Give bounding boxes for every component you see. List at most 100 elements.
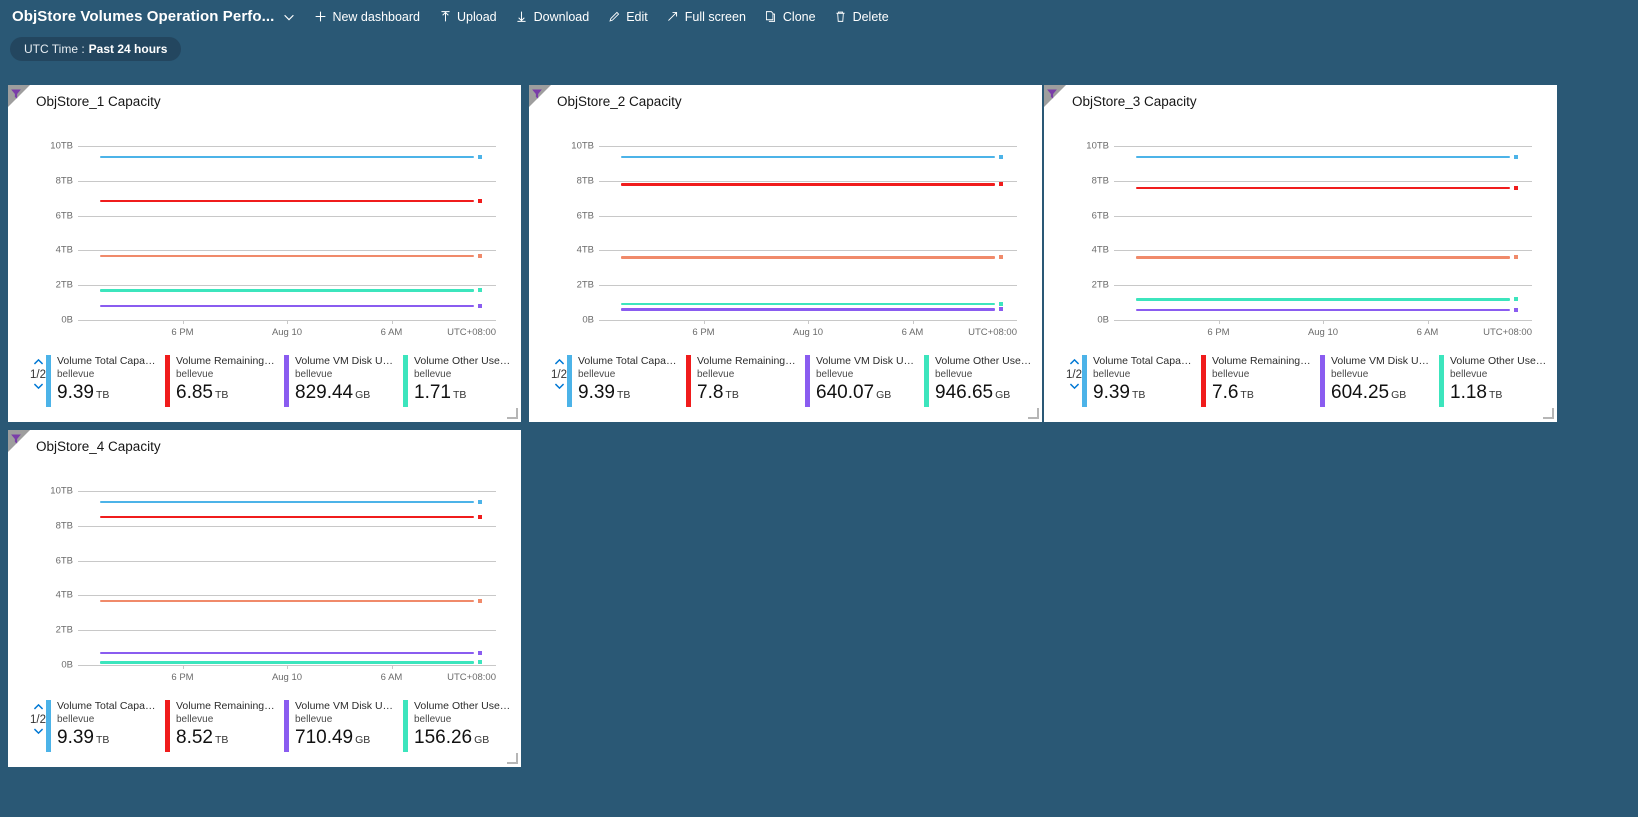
chevron-down-icon[interactable]	[1068, 382, 1081, 393]
legend-value-unit: GB	[876, 389, 891, 401]
filter-funnel-icon[interactable]	[1046, 87, 1058, 99]
legend-item[interactable]: Volume VM Disk Used ...bellevue604.25GB	[1320, 355, 1431, 407]
chevron-down-icon[interactable]	[553, 382, 566, 393]
legend-item[interactable]: Volume Total Capacit...bellevue9.39TB	[46, 355, 157, 407]
legend-series-value: 829.44GB	[295, 381, 395, 407]
y-axis-tick-label: 8TB	[56, 520, 73, 531]
legend-series-resource: bellevue	[176, 713, 276, 726]
legend-series-value: 6.85TB	[176, 381, 276, 407]
legend-text-block: Volume Remaining Cap...bellevue7.6TB	[1212, 355, 1312, 407]
legend-item[interactable]: Volume Remaining Cap...bellevue6.85TB	[165, 355, 276, 407]
chart-plot-area[interactable]: 10TB8TB6TB4TB2TB0B6 PMAug 106 AMUTC+08:0…	[1114, 125, 1532, 320]
legend-series-resource: bellevue	[57, 713, 157, 726]
chart-series-line	[1136, 298, 1510, 301]
legend-item[interactable]: Volume VM Disk Used ...bellevue710.49GB	[284, 700, 395, 752]
chevron-down-icon[interactable]	[32, 382, 45, 393]
legend-text-block: Volume Remaining Cap...bellevue8.52TB	[176, 700, 276, 752]
filter-funnel-icon[interactable]	[531, 87, 543, 99]
legend-text-block: Volume Other Used Ca...bellevue156.26GB	[414, 700, 514, 752]
chart-legend: 1/2Volume Total Capacit...bellevue9.39TB…	[1066, 355, 1545, 407]
legend-item[interactable]: Volume Other Used Ca...bellevue1.71TB	[403, 355, 514, 407]
dashboard-tile[interactable]: ObjStore_1 Capacity10TB8TB6TB4TB2TB0B6 P…	[8, 85, 521, 422]
fullscreen-icon	[666, 10, 680, 24]
legend-page-count: 1/2	[551, 368, 567, 382]
upload-button[interactable]: Upload	[429, 3, 506, 31]
chart-legend: 1/2Volume Total Capacit...bellevue9.39TB…	[30, 700, 509, 752]
chart-series-line	[621, 183, 995, 186]
legend-item[interactable]: Volume Total Capacit...bellevue9.39TB	[1082, 355, 1193, 407]
delete-button[interactable]: Delete	[825, 3, 898, 31]
legend-series-resource: bellevue	[697, 368, 797, 381]
legend-series-resource: bellevue	[57, 368, 157, 381]
legend-pager[interactable]: 1/2	[551, 355, 567, 393]
x-axis-tick-label: 6 PM	[1207, 327, 1229, 338]
chart-plot-area[interactable]: 10TB8TB6TB4TB2TB0B6 PMAug 106 AMUTC+08:0…	[599, 125, 1017, 320]
filter-funnel-icon[interactable]	[10, 87, 22, 99]
x-axis-tick-mark	[1219, 320, 1220, 324]
legend-color-swatch	[284, 700, 289, 752]
chart-series-endpoint	[1514, 155, 1518, 159]
legend-item[interactable]: Volume Other Used Ca...bellevue156.26GB	[403, 700, 514, 752]
dashboard-tile[interactable]: ObjStore_2 Capacity10TB8TB6TB4TB2TB0B6 P…	[529, 85, 1042, 422]
legend-item[interactable]: Volume Total Capacit...bellevue9.39TB	[46, 700, 157, 752]
chart-series-endpoint	[478, 599, 482, 603]
dashboard-picker-chevron-down-icon[interactable]	[274, 3, 304, 31]
tile-resize-handle[interactable]	[1028, 408, 1039, 419]
legend-pager[interactable]: 1/2	[30, 355, 46, 393]
chevron-up-icon[interactable]	[32, 702, 45, 713]
chart-series-line	[100, 305, 474, 308]
time-range-filter[interactable]: UTC Time : Past 24 hours	[10, 37, 181, 61]
legend-series-name: Volume Total Capacit...	[57, 700, 157, 713]
tile-resize-handle[interactable]	[1543, 408, 1554, 419]
chart-plot-area[interactable]: 10TB8TB6TB4TB2TB0B6 PMAug 106 AMUTC+08:0…	[78, 470, 496, 665]
legend-pager[interactable]: 1/2	[30, 700, 46, 738]
legend-item[interactable]: Volume Remaining Cap...bellevue8.52TB	[165, 700, 276, 752]
tile-resize-handle[interactable]	[507, 753, 518, 764]
legend-item[interactable]: Volume Remaining Cap...bellevue7.6TB	[1201, 355, 1312, 407]
upload-label: Upload	[457, 10, 497, 24]
edit-button[interactable]: Edit	[598, 3, 657, 31]
legend-color-swatch	[686, 355, 691, 407]
legend-item[interactable]: Volume Remaining Cap...bellevue7.8TB	[686, 355, 797, 407]
chevron-up-icon[interactable]	[1068, 357, 1081, 368]
chart-series-endpoint	[999, 155, 1003, 159]
tile-resize-handle[interactable]	[507, 408, 518, 419]
chevron-down-icon[interactable]	[32, 727, 45, 738]
plus-icon	[313, 10, 327, 24]
legend-value-number: 9.39	[578, 382, 615, 403]
chevron-up-icon[interactable]	[553, 357, 566, 368]
legend-item[interactable]: Volume Total Capacit...bellevue9.39TB	[567, 355, 678, 407]
y-axis-tick-label: 2TB	[56, 625, 73, 636]
full-screen-button[interactable]: Full screen	[657, 3, 755, 31]
new-dashboard-button[interactable]: New dashboard	[304, 3, 429, 31]
legend-color-swatch	[46, 355, 51, 407]
legend-series-name: Volume Remaining Cap...	[697, 355, 797, 368]
chart-series-line	[621, 256, 995, 259]
legend-item[interactable]: Volume Other Used Ca...bellevue946.65GB	[924, 355, 1035, 407]
chevron-up-icon[interactable]	[32, 357, 45, 368]
filter-funnel-icon[interactable]	[10, 432, 22, 444]
legend-value-number: 9.39	[57, 382, 94, 403]
legend-item[interactable]: Volume Other Used Ca...bellevue1.18TB	[1439, 355, 1550, 407]
legend-series-resource: bellevue	[816, 368, 916, 381]
clone-button[interactable]: Clone	[755, 3, 825, 31]
x-axis-tick-label: Aug 10	[272, 672, 302, 683]
dashboard-tile[interactable]: ObjStore_3 Capacity10TB8TB6TB4TB2TB0B6 P…	[1044, 85, 1557, 422]
download-button[interactable]: Download	[506, 3, 599, 31]
legend-value-unit: TB	[96, 734, 109, 746]
legend-item[interactable]: Volume VM Disk Used ...bellevue640.07GB	[805, 355, 916, 407]
filter-bar: UTC Time : Past 24 hours	[0, 33, 1638, 65]
legend-value-unit: TB	[725, 389, 738, 401]
x-axis-tick-label: 6 PM	[692, 327, 714, 338]
y-axis-tick-label: 6TB	[56, 210, 73, 221]
legend-series-name: Volume Total Capacit...	[57, 355, 157, 368]
x-axis-tick-mark	[287, 665, 288, 669]
chart-series-endpoint	[1514, 308, 1518, 312]
legend-item[interactable]: Volume VM Disk Used ...bellevue829.44GB	[284, 355, 395, 407]
legend-text-block: Volume VM Disk Used ...bellevue829.44GB	[295, 355, 395, 407]
chart-series-line	[1136, 187, 1510, 190]
legend-pager[interactable]: 1/2	[1066, 355, 1082, 393]
dashboard-tile[interactable]: ObjStore_4 Capacity10TB8TB6TB4TB2TB0B6 P…	[8, 430, 521, 767]
chart-plot-area[interactable]: 10TB8TB6TB4TB2TB0B6 PMAug 106 AMUTC+08:0…	[78, 125, 496, 320]
x-axis-tick-label: 6 AM	[902, 327, 924, 338]
